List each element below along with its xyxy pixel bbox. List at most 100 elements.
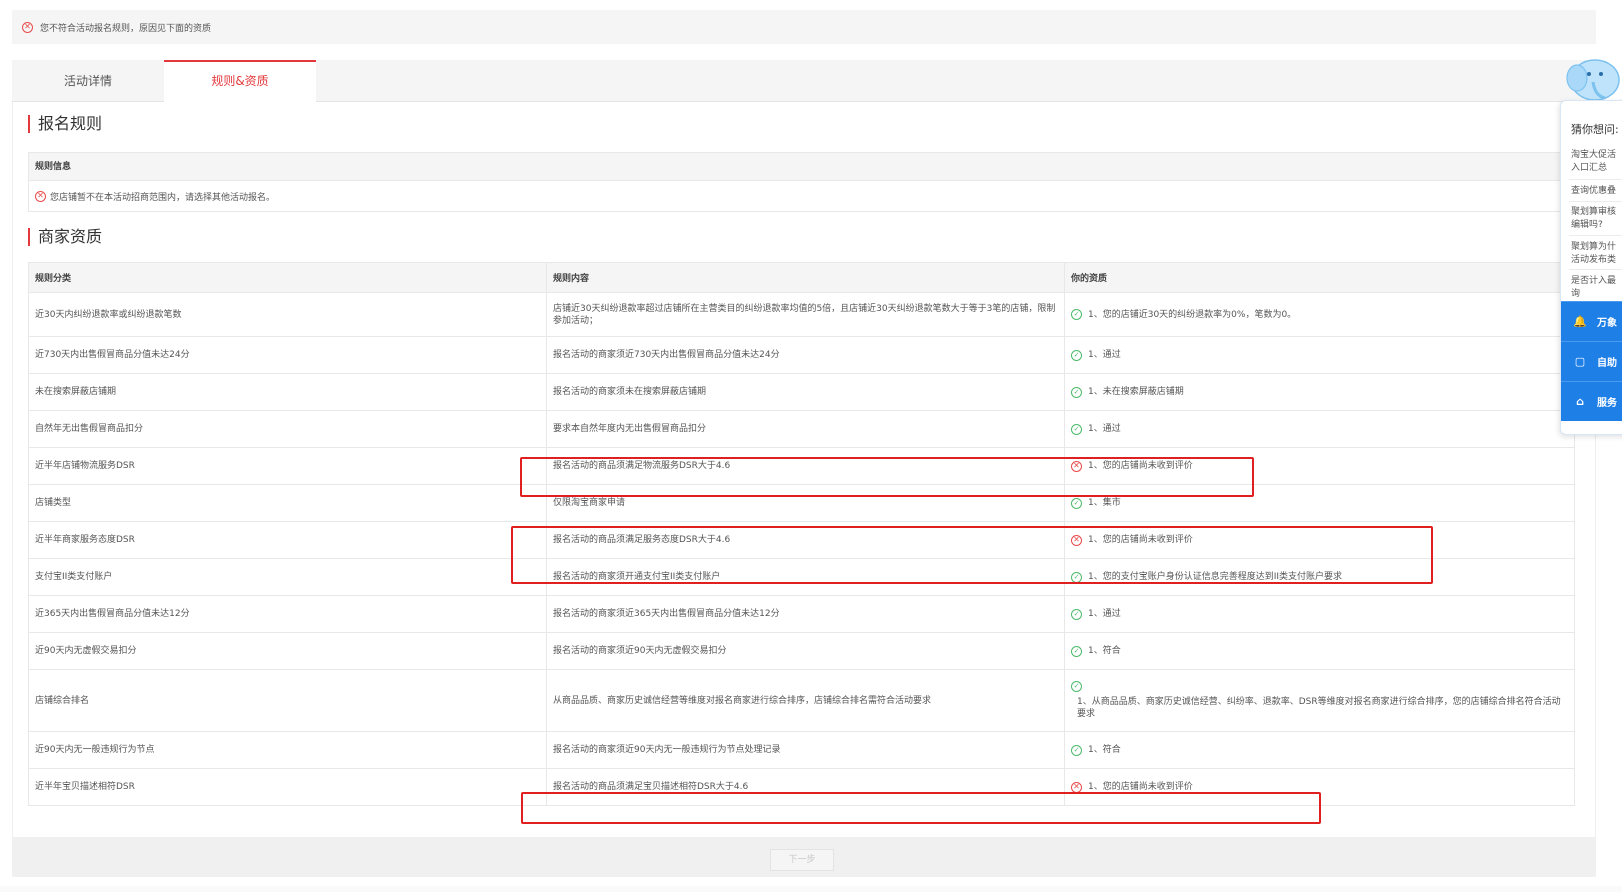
row-result-cell: ✓ 1、通过 xyxy=(1064,595,1575,633)
row-result: 1、通过 xyxy=(1088,609,1121,619)
row-result: 1、您的支付宝账户身份认证信息完善程度达到II类支付账户要求 xyxy=(1088,572,1343,582)
row-content: 从商品品质、商家历史诚信经营等维度对报名商家进行综合排序，店铺综合排名需符合活动… xyxy=(546,669,1065,732)
row-category: 近90天内无虚假交易扣分 xyxy=(28,632,547,670)
help-question-link[interactable]: 淘宝大促活 入口汇总 xyxy=(1571,149,1622,175)
table-row: 近90天内无一般违规行为节点 报名活动的商家须近90天内无一般违规行为节点处理记… xyxy=(28,731,1575,769)
row-result: 1、您的店铺尚未收到评价 xyxy=(1088,461,1193,471)
bell-icon: 🔔 xyxy=(1573,315,1587,328)
row-content: 报名活动的商品须满足宝贝描述相符DSR大于4.6 xyxy=(546,768,1065,806)
row-result-cell: ✓ 1、通过 xyxy=(1064,336,1575,374)
error-circle-icon: ✕ xyxy=(1071,781,1082,793)
table-row: 近半年商家服务态度DSR 报名活动的商品须满足服务态度DSR大于4.6 ✕ 1、您… xyxy=(28,521,1575,559)
row-result: 1、从商品品质、商家历史诚信经营、纠纷率、退款率、DSR等维度对报名商家进行综合… xyxy=(1077,697,1561,719)
error-circle-icon: ✕ xyxy=(35,190,46,202)
column-header-qualification: 你的资质 xyxy=(1064,262,1575,293)
row-content: 报名活动的商品须满足物流服务DSR大于4.6 xyxy=(546,447,1065,485)
help-question-link[interactable]: 是否计入最 询 xyxy=(1571,275,1622,301)
row-category: 近半年宝贝描述相符DSR xyxy=(28,768,547,806)
error-alert: ✕ 您不符合活动报名规则，原因见下面的资质 xyxy=(12,10,1596,44)
next-step-button[interactable]: 下一步 xyxy=(770,849,834,871)
check-circle-icon: ✓ xyxy=(1071,608,1082,620)
row-result-cell: ✕ 1、您的店铺尚未收到评价 xyxy=(1064,768,1575,806)
row-content: 报名活动的商品须满足服务态度DSR大于4.6 xyxy=(546,521,1065,559)
row-result-cell: ✓ 1、您的支付宝账户身份认证信息完善程度达到II类支付账户要求 xyxy=(1064,558,1575,596)
help-side-panel: 猜你想问: 淘宝大促活 入口汇总 查询优惠叠 聚划算审核 编辑吗? 聚划算为什 … xyxy=(1560,100,1622,435)
check-circle-icon: ✓ xyxy=(1071,423,1082,435)
row-result: 1、符合 xyxy=(1088,745,1121,755)
table-row: 近730天内出售假冒商品分值未达24分 报名活动的商家须近730天内出售假冒商品… xyxy=(28,336,1575,374)
help-button-label: 服务 xyxy=(1597,398,1617,409)
row-content: 仅限淘宝商家申请 xyxy=(546,484,1065,522)
rules-section-title: 报名规则 xyxy=(28,115,102,133)
help-button-label: 自助 xyxy=(1597,358,1617,369)
table-row: 近365天内出售假冒商品分值未达12分 报名活动的商家须近365天内出售假冒商品… xyxy=(28,595,1575,633)
help-button-self-service[interactable]: ▢ 自助 xyxy=(1561,341,1622,381)
help-question-link[interactable]: 查询优惠叠 xyxy=(1571,185,1622,198)
divider xyxy=(1569,201,1622,202)
table-row: 支付宝II类支付账户 报名活动的商家须开通支付宝II类支付账户 ✓ 1、您的支付宝… xyxy=(28,558,1575,596)
error-circle-icon: ✕ xyxy=(1071,460,1082,472)
rules-info-header: 规则信息 xyxy=(29,153,1573,181)
row-result-cell: ✓ 1、未在搜索屏蔽店铺期 xyxy=(1064,373,1575,411)
row-result: 1、未在搜索屏蔽店铺期 xyxy=(1088,387,1184,397)
row-category: 近30天内纠纷退款率或纠纷退款笔数 xyxy=(28,292,547,337)
check-circle-icon: ✓ xyxy=(1071,349,1082,361)
row-category: 近半年店铺物流服务DSR xyxy=(28,447,547,485)
help-button-service[interactable]: ⌂ 服务 xyxy=(1561,381,1622,421)
row-result: 1、通过 xyxy=(1088,350,1121,360)
row-content: 要求本自然年度内无出售假冒商品扣分 xyxy=(546,410,1065,448)
row-content: 报名活动的商家须开通支付宝II类支付账户 xyxy=(546,558,1065,596)
help-question-link[interactable]: 聚划算审核 编辑吗? xyxy=(1571,206,1622,232)
qualifications-section-title: 商家资质 xyxy=(28,228,102,246)
help-button-label: 万象 xyxy=(1597,318,1617,329)
row-category: 店铺综合排名 xyxy=(28,669,547,732)
divider xyxy=(1569,235,1622,236)
column-header-content: 规则内容 xyxy=(546,262,1065,293)
alert-text: 您不符合活动报名规则，原因见下面的资质 xyxy=(40,23,212,34)
error-circle-icon: ✕ xyxy=(22,21,33,33)
row-result-cell: ✕ 1、您的店铺尚未收到评价 xyxy=(1064,521,1575,559)
rules-info-box: 规则信息 ✕ 您店铺暂不在本活动招商范围内，请选择其他活动报名。 xyxy=(28,152,1574,212)
table-row: 店铺类型 仅限淘宝商家申请 ✓ 1、集市 xyxy=(28,484,1575,522)
rules-info-message-row: ✕ 您店铺暂不在本活动招商范围内，请选择其他活动报名。 xyxy=(29,181,1573,211)
row-content: 店铺近30天纠纷退款率超过店铺所在主营类目的纠纷退款率均值的5倍，且店铺近30天… xyxy=(546,292,1065,337)
row-result: 1、您的店铺近30天的纠纷退款率为0%，笔数为0。 xyxy=(1088,309,1297,320)
table-header-row: 规则分类 规则内容 你的资质 xyxy=(28,262,1575,293)
row-result-cell: ✓ 1、集市 xyxy=(1064,484,1575,522)
row-result-cell: ✕ 1、您的店铺尚未收到评价 xyxy=(1064,447,1575,485)
home-icon: ⌂ xyxy=(1576,395,1584,408)
check-circle-icon: ✓ xyxy=(1071,744,1082,756)
check-circle-icon: ✓ xyxy=(1071,571,1082,583)
chat-icon: ▢ xyxy=(1574,355,1586,368)
row-result: 1、通过 xyxy=(1088,424,1121,434)
error-circle-icon: ✕ xyxy=(1071,534,1082,546)
row-category: 自然年无出售假冒商品扣分 xyxy=(28,410,547,448)
row-content: 报名活动的商家须近365天内出售假冒商品分值未达12分 xyxy=(546,595,1065,633)
tab-rules-qualifications[interactable]: 规则&资质 xyxy=(164,60,316,103)
qualifications-table: 规则分类 规则内容 你的资质 近30天内纠纷退款率或纠纷退款笔数 店铺近30天纠… xyxy=(28,262,1575,806)
help-question-link[interactable]: 聚划算为什 活动发布类 xyxy=(1571,241,1622,267)
table-row: 未在搜索屏蔽店铺期 报名活动的商家须未在搜索屏蔽店铺期 ✓ 1、未在搜索屏蔽店铺期 xyxy=(28,373,1575,411)
table-row: 近半年店铺物流服务DSR 报名活动的商品须满足物流服务DSR大于4.6 ✕ 1、您… xyxy=(28,447,1575,485)
row-category: 近730天内出售假冒商品分值未达24分 xyxy=(28,336,547,374)
row-result: 1、您的店铺尚未收到评价 xyxy=(1088,782,1193,792)
check-circle-icon: ✓ xyxy=(1071,497,1082,509)
check-circle-icon: ✓ xyxy=(1071,309,1082,320)
row-category: 未在搜索屏蔽店铺期 xyxy=(28,373,547,411)
row-content: 报名活动的商家须近730天内出售假冒商品分值未达24分 xyxy=(546,336,1065,374)
table-row: 近90天内无虚假交易扣分 报名活动的商家须近90天内无虚假交易扣分 ✓ 1、符合 xyxy=(28,632,1575,670)
table-row: 近30天内纠纷退款率或纠纷退款笔数 店铺近30天纠纷退款率超过店铺所在主营类目的… xyxy=(28,292,1575,337)
row-result: 1、符合 xyxy=(1088,646,1121,656)
row-content: 报名活动的商家须近90天内无一般违规行为节点处理记录 xyxy=(546,731,1065,769)
column-header-category: 规则分类 xyxy=(28,262,547,293)
row-result-cell: ✓ 1、通过 xyxy=(1064,410,1575,448)
tab-activity-details[interactable]: 活动详情 xyxy=(12,60,164,102)
row-category: 近90天内无一般违规行为节点 xyxy=(28,731,547,769)
check-circle-icon: ✓ xyxy=(1071,681,1082,692)
table-row: 近半年宝贝描述相符DSR 报名活动的商品须满足宝贝描述相符DSR大于4.6 ✕ 1… xyxy=(28,768,1575,806)
check-circle-icon: ✓ xyxy=(1071,386,1082,398)
mascot-elephant-icon[interactable] xyxy=(1565,52,1622,104)
row-result-cell: ✓ 1、您的店铺近30天的纠纷退款率为0%，笔数为0。 xyxy=(1064,292,1575,337)
table-row: 店铺综合排名 从商品品质、商家历史诚信经营等维度对报名商家进行综合排序，店铺综合… xyxy=(28,669,1575,732)
help-button-wanxiang[interactable]: 🔔 万象 xyxy=(1561,301,1622,341)
